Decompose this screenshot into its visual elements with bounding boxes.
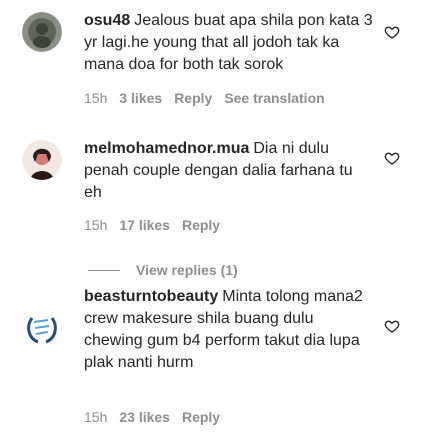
comment-likes[interactable]: 17 likes bbox=[119, 217, 170, 233]
comment-likes[interactable]: 23 likes bbox=[119, 409, 170, 425]
comment-username[interactable]: melmohamednor.mua bbox=[84, 140, 249, 157]
heart-icon[interactable] bbox=[384, 150, 400, 166]
heart-icon[interactable] bbox=[384, 318, 400, 334]
comment-time: 15h bbox=[84, 90, 108, 106]
comment-username[interactable]: beasturntobeauty bbox=[84, 288, 218, 305]
reply-button[interactable]: Reply bbox=[182, 217, 220, 233]
comment-body: osu48 Jealous buat apa shila pon kata 3 y… bbox=[84, 10, 374, 76]
view-replies-button[interactable]: View replies (1) bbox=[88, 262, 238, 278]
divider-line bbox=[88, 269, 120, 271]
comment-meta: 15h 23 likes Reply bbox=[84, 409, 232, 425]
reply-button[interactable]: Reply bbox=[174, 90, 212, 106]
comment-body: melmohamednor.mua Dia ni dulu penah coupl… bbox=[84, 138, 374, 204]
comment-time: 15h bbox=[84, 409, 108, 425]
comment-username[interactable]: osu48 bbox=[84, 12, 130, 29]
reply-button[interactable]: Reply bbox=[182, 409, 220, 425]
comment-meta: 15h 3 likes Reply See translation bbox=[84, 90, 337, 106]
view-replies-label: View replies (1) bbox=[136, 262, 238, 278]
comment-time: 15h bbox=[84, 217, 108, 233]
avatar[interactable] bbox=[22, 308, 62, 348]
comment-likes[interactable]: 3 likes bbox=[119, 90, 162, 106]
comment-body: beasturntobeauty Minta tolong mana2 crew … bbox=[84, 286, 374, 374]
see-translation-button[interactable]: See translation bbox=[224, 90, 324, 106]
avatar[interactable] bbox=[22, 140, 62, 180]
heart-icon[interactable] bbox=[384, 24, 400, 40]
avatar[interactable] bbox=[22, 12, 62, 52]
comment-meta: 15h 17 likes Reply bbox=[84, 217, 232, 233]
